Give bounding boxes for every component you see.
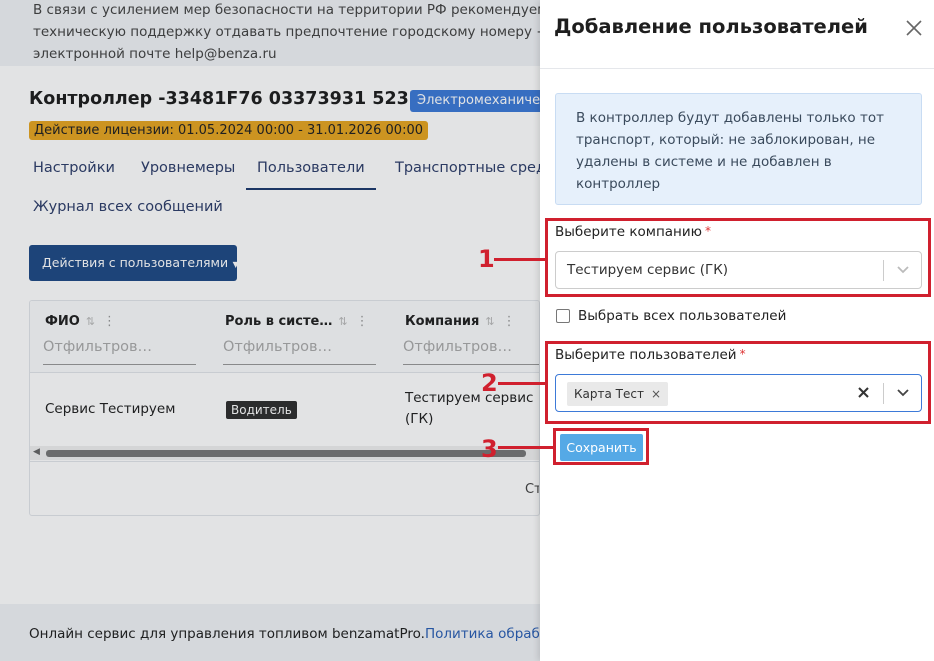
annotation-box-2 xyxy=(545,341,931,424)
annotation-arrow-1 xyxy=(494,258,545,261)
select-all-checkbox[interactable] xyxy=(556,309,570,323)
close-icon[interactable] xyxy=(904,18,924,38)
annotation-number-1: 1 xyxy=(478,245,495,273)
info-message: В контроллер будут добавлены только тот … xyxy=(555,93,922,205)
annotation-box-3 xyxy=(553,428,649,465)
annotation-box-1 xyxy=(545,218,931,297)
add-users-panel: Добавление пользователей В контроллер бу… xyxy=(540,0,934,661)
select-all-label[interactable]: Выбрать всех пользователей xyxy=(578,308,786,324)
annotation-arrow-3 xyxy=(498,446,553,449)
modal-overlay[interactable] xyxy=(0,0,540,661)
panel-divider xyxy=(540,68,934,69)
annotation-arrow-2 xyxy=(498,382,545,385)
panel-title: Добавление пользователей xyxy=(554,15,868,38)
annotation-number-3: 3 xyxy=(481,435,498,463)
annotation-number-2: 2 xyxy=(481,369,498,397)
